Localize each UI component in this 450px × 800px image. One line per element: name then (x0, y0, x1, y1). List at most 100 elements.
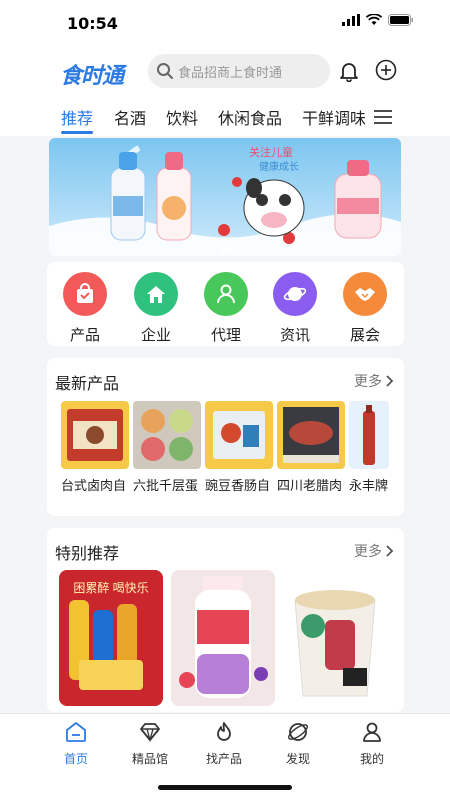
nav-boutique[interactable]: 精品馆 (120, 720, 180, 767)
status-bar: 10:54 (0, 0, 450, 46)
app-logo[interactable]: 食时通 (60, 58, 124, 90)
promo-banner[interactable]: 关注儿童 健康成长 (49, 138, 401, 256)
more-button[interactable]: 更多 (354, 541, 394, 561)
category-icon-bg (204, 272, 248, 316)
category-icon-bg (134, 272, 178, 316)
category-agents[interactable]: 代理 (196, 272, 256, 345)
nav-label: 找产品 (205, 752, 242, 766)
tab-drinks[interactable]: 饮料 (166, 105, 198, 129)
nav-home[interactable]: 首页 (46, 720, 106, 767)
recommend-image: 困累醉 喝快乐 (59, 570, 163, 706)
banner-text-1: 关注儿童 (249, 145, 293, 159)
banner-text-2: 健康成长 (259, 160, 299, 173)
person-icon (217, 284, 235, 304)
wifi-icon (366, 14, 382, 25)
pager-dot (235, 247, 240, 252)
product-name: 豌豆香肠自 (205, 479, 271, 494)
product-card[interactable]: 永丰牌 (349, 401, 389, 494)
newest-products-section: 最新产品 更多 台式卤肉自 六批千层蛋 豌豆香肠自 四川老腊肉 永丰牌 (47, 358, 404, 516)
planet-icon (283, 287, 307, 301)
nav-label: 我的 (359, 752, 384, 766)
product-card[interactable]: 四川老腊肉 (277, 401, 347, 494)
chevron-right-icon (386, 375, 394, 387)
product-card[interactable]: 台式卤肉自 (61, 401, 131, 494)
product-image (349, 401, 389, 469)
category-label: 资讯 (279, 326, 310, 344)
battery-icon (388, 14, 413, 26)
search-placeholder: 食品招商上食时通 (178, 65, 283, 81)
tab-snacks[interactable]: 休闲食品 (218, 105, 282, 129)
nav-label: 发现 (285, 752, 310, 766)
home-icon (66, 721, 86, 742)
search-icon (157, 63, 173, 79)
more-label: 更多 (354, 544, 382, 560)
category-expo[interactable]: 展会 (335, 272, 395, 345)
nav-label: 首页 (63, 752, 88, 766)
diamond-icon (140, 723, 160, 743)
user-icon (363, 722, 381, 742)
product-name: 六批千层蛋 (133, 479, 199, 494)
app-header: 食时通 食品招商上食时通 (0, 46, 450, 98)
category-label: 产品 (69, 326, 100, 344)
category-label: 展会 (349, 326, 380, 344)
chevron-right-icon (386, 545, 394, 557)
category-label: 代理 (210, 326, 241, 344)
nav-find-products[interactable]: 找产品 (194, 720, 254, 767)
section-title: 特别推荐 (55, 544, 120, 563)
product-card[interactable]: 六批千层蛋 (133, 401, 203, 494)
category-icon-bg (343, 272, 387, 316)
category-grid: 产品 企业 代理 资讯 展会 (47, 262, 404, 346)
product-name: 台式卤肉自 (61, 479, 127, 494)
notification-button[interactable] (338, 60, 360, 86)
tab-liquor[interactable]: 名酒 (114, 105, 146, 129)
category-icon-bg (273, 272, 317, 316)
banner-image: 关注儿童 健康成长 (49, 138, 401, 256)
category-news[interactable]: 资讯 (265, 272, 325, 345)
tab-menu-button[interactable] (373, 109, 393, 129)
product-image (277, 401, 345, 469)
handshake-icon (355, 288, 375, 301)
status-time: 10:54 (67, 14, 118, 33)
home-indicator (158, 785, 292, 790)
recommend-card[interactable]: 困累醉 喝快乐 (59, 570, 163, 706)
pager-dot-active (221, 247, 231, 252)
banner-pagination (221, 247, 240, 252)
section-title: 最新产品 (55, 374, 120, 393)
flame-icon (217, 722, 231, 741)
planet-outline-icon (288, 723, 308, 741)
category-icon-bg (63, 272, 107, 316)
recommend-image (283, 570, 387, 706)
category-label: 企业 (140, 326, 171, 344)
more-button[interactable]: 更多 (354, 371, 394, 391)
recommend-card[interactable] (171, 570, 275, 706)
bell-icon (340, 63, 358, 83)
tab-recommend[interactable]: 推荐 (61, 105, 93, 129)
product-image (61, 401, 129, 469)
signal-icon (342, 14, 360, 26)
nav-discover[interactable]: 发现 (268, 720, 328, 767)
product-image (133, 401, 201, 469)
product-image (205, 401, 273, 469)
svg-text:困累醉 喝快乐: 困累醉 喝快乐 (73, 580, 148, 595)
product-name: 永丰牌 (349, 479, 389, 494)
category-companies[interactable]: 企业 (126, 272, 186, 345)
add-button[interactable] (375, 59, 397, 85)
search-bar[interactable]: 食品招商上食时通 (148, 54, 330, 88)
status-icons (342, 14, 414, 26)
menu-icon (374, 110, 392, 124)
bag-icon (77, 283, 93, 303)
plus-circle-icon (375, 59, 397, 81)
recommend-card[interactable] (283, 570, 387, 706)
house-icon (147, 286, 165, 303)
nav-label: 精品馆 (131, 752, 168, 766)
tab-seasoning[interactable]: 干鲜调味 (302, 105, 365, 129)
product-name: 四川老腊肉 (277, 479, 343, 494)
category-tabs: 推荐 名酒 饮料 休闲食品 干鲜调味 (0, 98, 450, 136)
recommend-image (171, 570, 275, 706)
special-recommend-section: 特别推荐 更多 困累醉 喝快乐 (47, 528, 404, 712)
more-label: 更多 (354, 374, 382, 390)
nav-mine[interactable]: 我的 (342, 720, 402, 767)
tab-indicator (61, 131, 93, 134)
product-card[interactable]: 豌豆香肠自 (205, 401, 275, 494)
category-products[interactable]: 产品 (55, 272, 115, 345)
